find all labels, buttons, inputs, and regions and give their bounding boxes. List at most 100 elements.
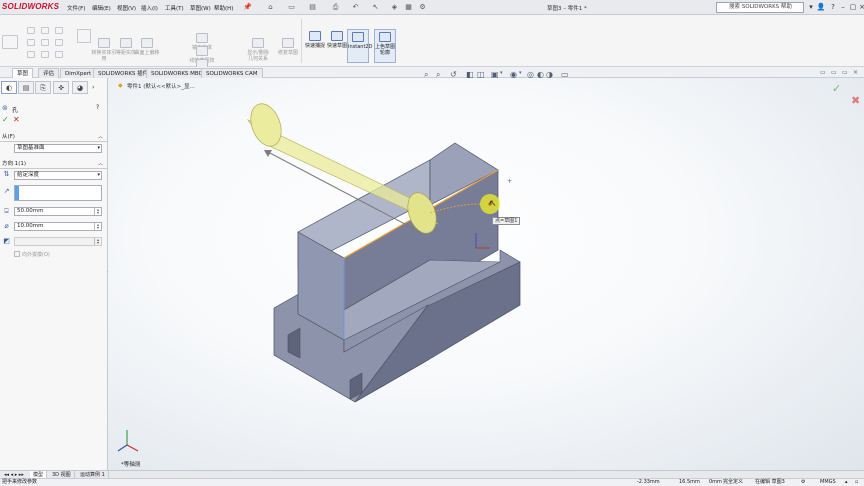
tab-sketch[interactable]: 草图 <box>12 68 34 78</box>
end-condition-value: 给定深度 <box>17 172 40 178</box>
viewport-maximize-icon[interactable]: ▭ <box>842 69 848 76</box>
open-icon[interactable]: ▤ <box>308 3 317 12</box>
cursor-icon: ↖ <box>489 199 497 209</box>
spin-arrows-icon[interactable]: ▴ ▾ <box>94 223 101 230</box>
collapse-icon[interactable]: ︿ <box>98 160 103 167</box>
user-icon[interactable]: 👤 <box>816 1 826 13</box>
custom-status-icon[interactable]: ▫ <box>855 479 858 486</box>
tab-property-manager-icon[interactable]: ▤ <box>18 81 34 94</box>
search-input[interactable]: 搜索 SOLIDWORKS 帮助 <box>716 2 804 13</box>
spin-arrows-icon[interactable]: ▴ ▾ <box>94 208 101 215</box>
collapse-icon[interactable]: ︿ <box>98 133 103 140</box>
button-icon <box>309 31 321 41</box>
chevron-up-icon[interactable]: ▴ <box>845 479 848 486</box>
tool-icon <box>98 38 110 48</box>
diameter-input[interactable]: 10.00mm ▴ ▾ <box>14 222 102 231</box>
ribbon-button[interactable]: Instant2D <box>347 29 372 63</box>
arc-tool-icon[interactable] <box>41 27 49 34</box>
polygon-tool-icon[interactable] <box>41 39 49 46</box>
file-properties-icon[interactable]: ▦ <box>404 3 413 12</box>
from-select-value: 草图基准面 <box>17 145 45 151</box>
viewport-tile-icon[interactable]: ▭ <box>831 69 837 76</box>
depth-input[interactable]: 50.00mm ▴ ▾ <box>14 207 102 216</box>
ribbon-tool[interactable]: 曲面上偏移 <box>134 38 160 56</box>
ribbon-button[interactable]: 上色草图轮廓 <box>374 29 396 63</box>
depth-icon: ⍈ <box>4 207 9 215</box>
trim-entities-icon[interactable] <box>77 29 91 43</box>
tool-icon <box>120 38 132 48</box>
ribbon-tool-label: 曲面上偏移 <box>134 50 160 56</box>
close-button[interactable]: × <box>857 1 864 13</box>
ok-icon[interactable]: ✓ <box>2 115 9 124</box>
plane-tool-icon[interactable] <box>55 51 63 58</box>
menu-file[interactable]: 文件(F) <box>67 4 85 12</box>
text-tool-icon[interactable] <box>55 39 63 46</box>
panel-help-icon[interactable]: ? <box>96 104 99 111</box>
viewport-minimize-icon[interactable]: ▭ <box>820 69 826 76</box>
tool-icon <box>141 38 153 48</box>
units-label[interactable]: MMGS <box>820 479 836 486</box>
panel-expand-icon[interactable]: › <box>92 84 94 91</box>
rebuild-status-icon[interactable]: ⚙ <box>801 479 805 486</box>
spin-arrows-icon[interactable]: ▴ ▾ <box>94 238 101 245</box>
menu-insert[interactable]: 插入(I) <box>141 4 158 12</box>
spline-tool-icon[interactable] <box>55 27 63 34</box>
cancel-icon[interactable]: ✕ <box>13 115 20 124</box>
point-tool-icon[interactable] <box>41 51 49 58</box>
help-icon[interactable]: ? <box>828 1 838 13</box>
tool-icon <box>196 46 208 56</box>
direction-selection-box[interactable] <box>14 185 102 201</box>
direction-section-header[interactable]: 方向 1(1) <box>0 160 107 169</box>
title-bar: SOLIDWORKS 文件(F) 编辑(E) 视图(V) 插入(I) 工具(T)… <box>0 0 864 15</box>
end-condition-select[interactable]: 给定深度 ▾ <box>14 171 102 180</box>
command-tabs: 草图 评估 DimXpert SOLIDWORKS 插件 SOLIDWORKS … <box>0 67 864 78</box>
tab-evaluate[interactable]: 评估 <box>38 68 60 78</box>
menu-help[interactable]: 帮助(H) <box>214 4 233 12</box>
draft-icon[interactable]: ◩ <box>2 237 11 246</box>
reverse-direction-icon[interactable]: ⇅ <box>2 170 11 179</box>
new-document-icon[interactable]: ▭ <box>287 3 296 12</box>
from-select[interactable]: 草图基准面 ▾ <box>14 144 102 153</box>
tab-addins[interactable]: SOLIDWORKS 插件 <box>93 68 154 78</box>
ribbon-button[interactable]: 快速草图 <box>326 29 348 63</box>
pin-icon[interactable]: 📌 <box>243 3 252 12</box>
options-gear-icon[interactable]: ⚙ <box>418 3 427 12</box>
tab-mbd[interactable]: SOLIDWORKS MBD <box>146 68 208 78</box>
tab-display-icon[interactable]: ◕ <box>72 81 88 94</box>
select-icon[interactable]: ↖ <box>371 3 380 12</box>
from-section-header[interactable]: 从(F) <box>0 133 107 142</box>
line-tool-icon[interactable] <box>27 27 35 34</box>
circle-tool-icon[interactable] <box>27 51 35 58</box>
print-icon[interactable]: ⎙ <box>331 3 340 12</box>
status-x: -2.33mm <box>637 479 660 485</box>
smart-dimension-icon[interactable] <box>2 35 18 49</box>
undo-icon[interactable]: ↶ <box>351 3 360 12</box>
menu-tools[interactable]: 工具(T) <box>165 4 184 12</box>
draft-outward-checkbox[interactable] <box>14 251 20 257</box>
ribbon-button-label: 快速草图 <box>326 43 347 49</box>
minimize-button[interactable]: – <box>838 1 848 13</box>
part-model[interactable]: + <box>245 100 521 403</box>
rectangle-tool-icon[interactable] <box>27 39 35 46</box>
draft-angle-input[interactable]: ▴ ▾ <box>14 237 102 246</box>
tab-configuration-icon[interactable]: ⎘ <box>35 81 51 94</box>
rebuild-icon[interactable]: ◈ <box>390 3 399 12</box>
home-icon[interactable]: ⌂ <box>266 3 275 12</box>
menu-view[interactable]: 视图(V) <box>117 4 136 12</box>
menu-edit[interactable]: 编辑(E) <box>92 4 111 12</box>
chevron-down-icon[interactable]: ▾ <box>500 70 503 76</box>
tab-dimxpert[interactable]: DimXpert <box>60 68 97 78</box>
ribbon-tool[interactable]: 修复草图 <box>275 38 301 56</box>
menu-sketch[interactable]: 草图(W) <box>190 4 211 12</box>
model-view[interactable]: + <box>108 78 864 470</box>
tab-cam[interactable]: SOLIDWORKS CAM <box>201 68 263 78</box>
view-orientation-label: *等轴测 <box>121 462 141 468</box>
ribbon-tool[interactable]: 显示/删除几何关系 <box>245 38 271 62</box>
property-manager: ◐ ▤ ⎘ ✜ ◕ › ⊚ 孔 ? ✓ ✕ 从(F) ︿ 草图基准面 ▾ 方向 … <box>0 78 109 470</box>
tab-dimxpert-icon[interactable]: ✜ <box>53 81 69 94</box>
chevron-down-icon[interactable]: ▾ <box>519 70 522 76</box>
viewport-close-icon[interactable]: × <box>853 69 858 76</box>
tab-feature-tree-icon[interactable]: ◐ <box>1 81 17 94</box>
ribbon-button[interactable]: 快速捕捉 <box>304 29 326 63</box>
search-dropdown-icon[interactable]: ▾ <box>806 1 816 13</box>
